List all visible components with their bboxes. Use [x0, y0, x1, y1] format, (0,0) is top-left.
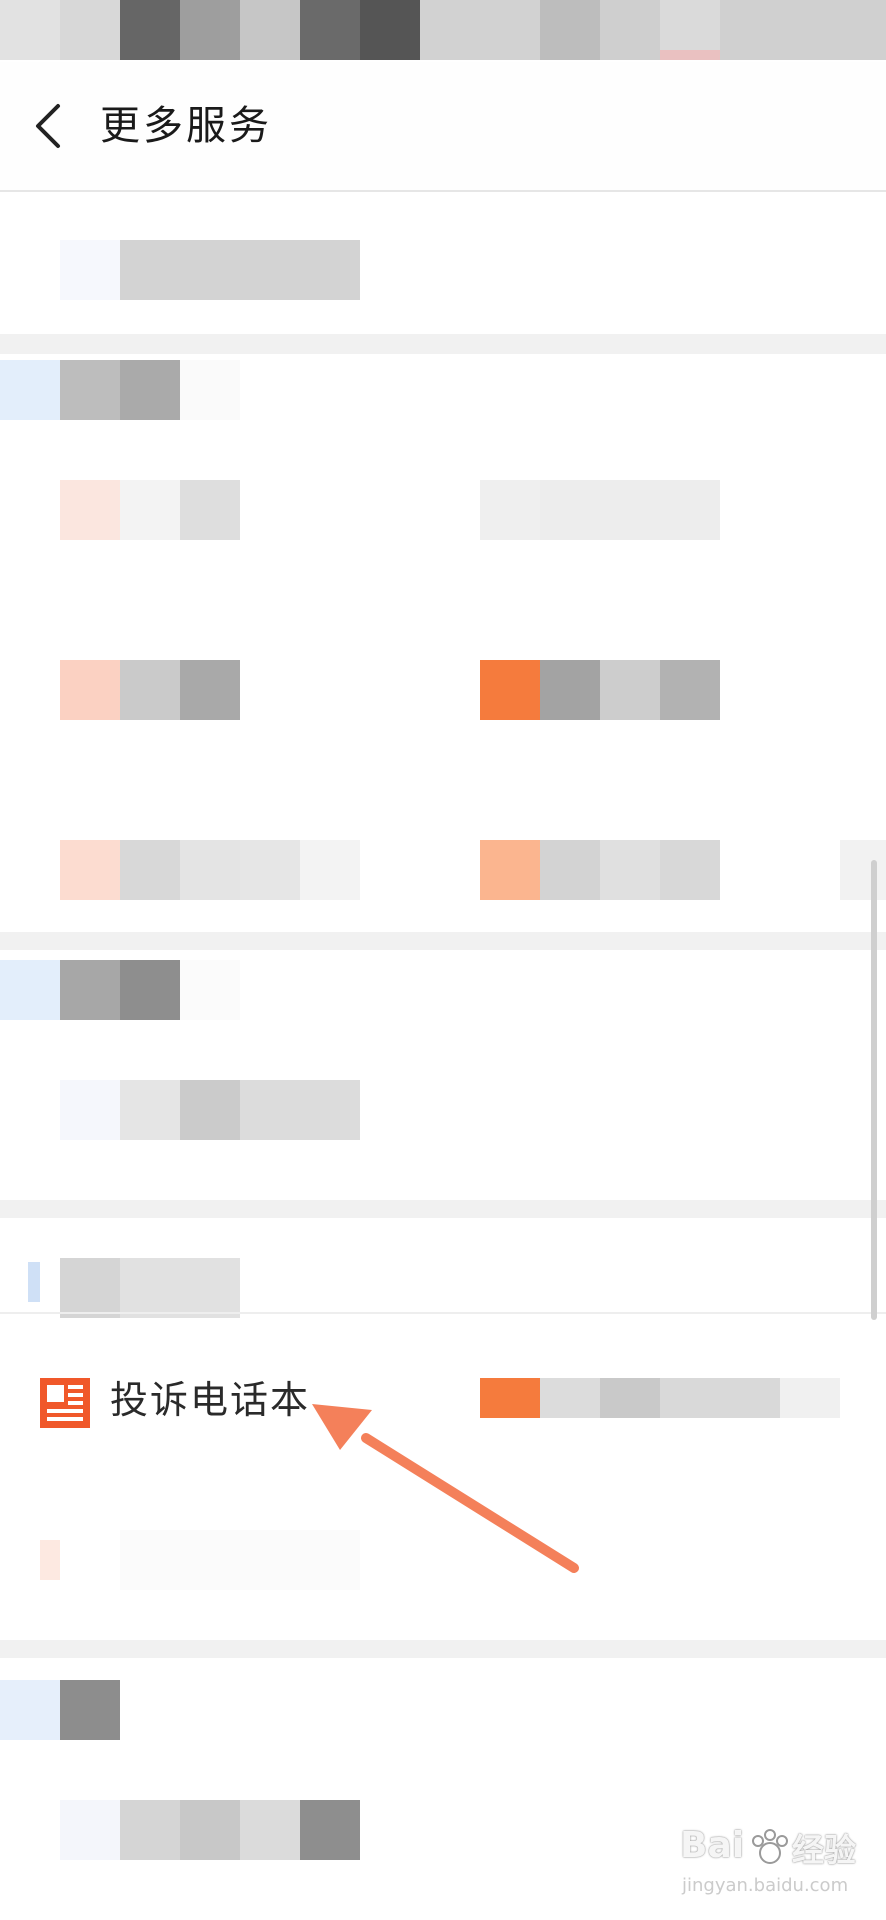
section-divider: [0, 932, 886, 950]
blurred-service-item[interactable]: [0, 650, 440, 740]
chevron-left-icon: [36, 104, 60, 148]
blurred-section-title: [0, 354, 886, 444]
watermark-brand: Bai: [680, 1825, 745, 1866]
blurred-service-item[interactable]: [460, 1368, 886, 1458]
page-title: 更多服务: [100, 104, 272, 148]
section-divider: [0, 1640, 886, 1658]
blurred-section-title: [0, 1658, 886, 1748]
section-divider: [0, 1200, 886, 1218]
blurred-service-item[interactable]: [460, 650, 886, 740]
blurred-service-item[interactable]: [0, 1520, 440, 1610]
blurred-service-item[interactable]: [460, 830, 886, 920]
paw-icon: [748, 1829, 792, 1870]
watermark-brand-suffix: 经验: [792, 1831, 857, 1869]
blurred-service-item[interactable]: [0, 1780, 440, 1880]
blurred-service-item[interactable]: [460, 470, 886, 560]
status-bar: [0, 0, 886, 60]
blurred-section-title: [0, 950, 886, 1040]
back-button[interactable]: [22, 86, 78, 166]
header-bar: 更多服务: [0, 62, 886, 192]
blurred-service-item[interactable]: [0, 1070, 886, 1160]
scrollbar[interactable]: [871, 860, 877, 1320]
complaint-phonebook-label: 投诉电话本: [110, 1380, 311, 1422]
blurred-service-item[interactable]: [0, 830, 440, 920]
baidu-watermark: Bai 经验 jingyan.baidu.com: [680, 1825, 880, 1905]
watermark-url: jingyan.baidu.com: [682, 1875, 849, 1896]
blurred-service-item[interactable]: [0, 190, 886, 330]
section-divider: [0, 334, 886, 354]
blurred-service-item[interactable]: [0, 470, 440, 560]
blurred-section-title: [0, 1218, 886, 1318]
document-icon: [40, 1378, 90, 1428]
section-border: [0, 1312, 886, 1314]
complaint-phonebook-item[interactable]: 投诉电话本: [30, 1368, 420, 1438]
